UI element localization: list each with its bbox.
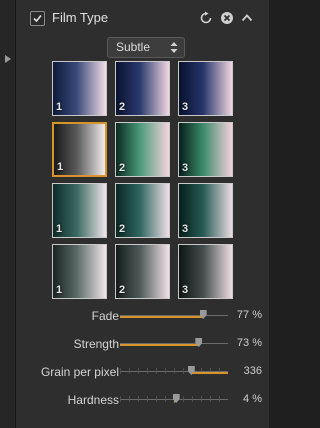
film-preset-number: 3 — [182, 162, 189, 174]
film-preset-tile[interactable]: 1 — [52, 244, 107, 299]
film-preset-tile[interactable]: 1 — [52, 183, 107, 238]
preset-dropdown[interactable]: Subtle — [107, 37, 185, 58]
film-preset-tile[interactable]: 1 — [52, 122, 107, 177]
slider-track[interactable] — [120, 338, 228, 347]
enable-checkbox[interactable] — [30, 11, 45, 26]
film-preset-grid: 1 2 3 1 2 3 1 2 3 1 2 3 — [52, 61, 233, 300]
dropdown-arrows-icon — [170, 42, 178, 53]
slider-value: 73 % — [236, 337, 262, 349]
check-icon — [33, 14, 42, 23]
film-preset-number: 1 — [56, 284, 63, 296]
slider-label: Grain per pixel — [40, 365, 119, 379]
panel-header: Film Type — [16, 5, 269, 31]
slider-row: Fade 77 % — [16, 307, 269, 327]
film-preset-number: 3 — [182, 101, 189, 113]
chevron-up-icon[interactable] — [240, 11, 254, 25]
film-preset-number: 2 — [119, 162, 126, 174]
slider-label: Strength — [73, 337, 119, 351]
film-preset-number: 3 — [182, 284, 189, 296]
slider-fill — [120, 316, 204, 318]
film-preset-tile[interactable]: 2 — [115, 122, 170, 177]
slider-track[interactable] — [120, 366, 228, 375]
film-preset-number: 3 — [182, 223, 189, 235]
slider-label: Hardness — [67, 393, 119, 407]
film-preset-number: 2 — [119, 101, 126, 113]
slider-row: Grain per pixel 336 — [16, 363, 269, 383]
film-preset-number: 1 — [56, 223, 63, 235]
film-preset-number: 1 — [56, 101, 63, 113]
slider-value: 4 % — [243, 393, 262, 405]
slider-track[interactable] — [120, 310, 228, 319]
film-preset-tile[interactable]: 3 — [178, 122, 233, 177]
film-preset-tile[interactable]: 2 — [115, 244, 170, 299]
slider-label: Fade — [91, 309, 119, 323]
slider-value: 77 % — [236, 309, 262, 321]
slider-row: Strength 73 % — [16, 335, 269, 355]
reset-icon[interactable] — [199, 11, 213, 25]
slider-track[interactable] — [120, 394, 228, 403]
slider-fill — [191, 372, 228, 374]
panel-title: Film Type — [52, 10, 109, 25]
film-preset-tile[interactable]: 3 — [178, 183, 233, 238]
film-preset-tile[interactable]: 1 — [52, 61, 107, 116]
film-preset-number: 2 — [119, 223, 126, 235]
film-preset-tile[interactable]: 3 — [178, 61, 233, 116]
left-panel-strip — [0, 0, 16, 428]
film-type-panel: Film Type Subtle 1 2 3 1 2 3 1 2 3 1 2 3 Fade 77 % St… — [16, 0, 269, 428]
film-preset-number: 2 — [119, 284, 126, 296]
film-preset-tile[interactable]: 2 — [115, 61, 170, 116]
expand-arrow-icon[interactable] — [5, 55, 11, 63]
film-preset-tile[interactable]: 3 — [178, 244, 233, 299]
slider-value: 336 — [243, 365, 262, 377]
film-preset-number: 1 — [57, 161, 64, 173]
preset-dropdown-value: Subtle — [116, 40, 151, 54]
film-preset-tile[interactable]: 2 — [115, 183, 170, 238]
slider-row: Hardness 4 % — [16, 391, 269, 411]
slider-fill — [120, 344, 199, 346]
close-icon[interactable] — [220, 11, 234, 25]
